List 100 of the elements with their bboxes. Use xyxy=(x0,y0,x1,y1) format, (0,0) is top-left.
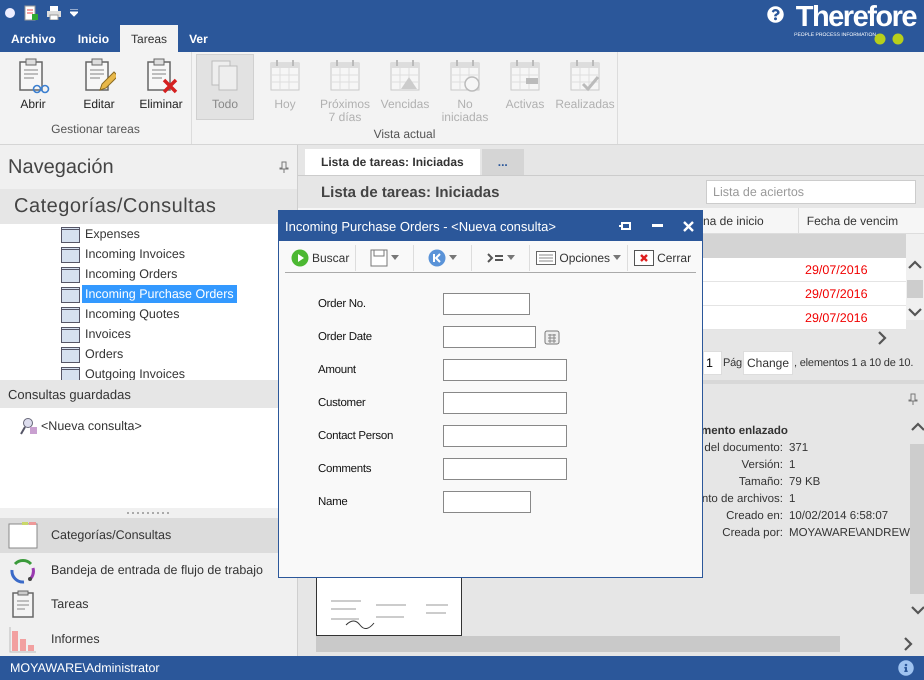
column-header[interactable]: na de inicio xyxy=(703,214,764,228)
minimize-icon[interactable] xyxy=(652,224,663,228)
window-icon xyxy=(8,521,38,550)
pager-label: Pág xyxy=(723,357,742,369)
property-label: Tamaño: xyxy=(738,476,783,490)
toolbar-button[interactable]: Opciones xyxy=(530,244,628,270)
document-tab[interactable]: Lista de tareas: Iniciadas xyxy=(305,149,480,175)
property-value: 1 xyxy=(789,459,796,473)
tree-item[interactable]: Incoming Quotes xyxy=(82,305,182,323)
pager-summary: , elementos 1 a 10 de 10. xyxy=(794,357,914,369)
skip-back-icon xyxy=(428,248,446,266)
property-value: 1 xyxy=(789,493,796,507)
property-value: 371 xyxy=(789,442,810,456)
input-field[interactable] xyxy=(443,293,530,315)
input-field[interactable] xyxy=(443,359,567,381)
input-field[interactable] xyxy=(443,425,567,447)
toolbar-button[interactable]: Buscar xyxy=(285,244,356,270)
input-field[interactable] xyxy=(443,392,567,414)
logo-text: Therefore xyxy=(796,2,916,32)
field-label: Customer xyxy=(318,397,366,409)
folder-icon xyxy=(61,346,80,362)
folder-icon xyxy=(61,286,80,302)
search-field[interactable]: Lista de aciertos xyxy=(706,180,916,204)
input-field[interactable] xyxy=(443,326,536,348)
property-value: MOYAWARE\ANDREW xyxy=(789,527,910,541)
close-window-icon xyxy=(634,250,654,266)
calendar-check-icon xyxy=(568,58,602,94)
dialog-title: Incoming Purchase Orders - <Nueva consulta> xyxy=(285,218,556,234)
field-label: Comments xyxy=(318,463,372,475)
tree-item[interactable]: Incoming Invoices xyxy=(82,245,188,263)
save-icon xyxy=(370,248,388,266)
ribbon-tab[interactable]: Archivo xyxy=(0,25,67,52)
section-title: Consultas guardadas xyxy=(8,386,131,402)
scrollbar-thumb[interactable] xyxy=(910,444,924,594)
due-date: 29/07/2016 xyxy=(805,262,868,276)
input-field[interactable] xyxy=(443,491,531,513)
group-title: Vista actual xyxy=(372,127,436,144)
query-icon xyxy=(20,417,38,435)
panel-title: Navegación xyxy=(8,156,114,178)
splitter-grip-icon[interactable] xyxy=(126,512,170,514)
help-icon[interactable] xyxy=(767,6,784,23)
field-label: Contact Person xyxy=(318,430,394,442)
field-label: Name xyxy=(318,496,348,508)
property-label: del documento: xyxy=(704,442,783,456)
list-title: Lista de tareas: Iniciadas xyxy=(321,184,500,200)
change-button[interactable]: Change xyxy=(742,351,794,375)
ribbon-button[interactable]: Editar xyxy=(70,54,128,115)
caret-icon xyxy=(449,255,458,260)
section-title: Categorías/Consultas xyxy=(14,195,216,218)
saved-query[interactable]: <Nueva consulta> xyxy=(41,419,142,433)
property-label: Creada por: xyxy=(722,527,783,541)
list-icon xyxy=(536,250,556,264)
folder-icon xyxy=(61,326,80,342)
tree-item[interactable]: Incoming Orders xyxy=(82,265,180,283)
tree-item[interactable]: Invoices xyxy=(82,325,134,343)
folder-icon xyxy=(61,306,80,322)
user-name: MOYAWARE\Administrator xyxy=(10,661,160,675)
calendar-icon[interactable] xyxy=(544,329,560,345)
bar-chart-icon xyxy=(8,624,38,653)
pin-icon[interactable] xyxy=(279,161,289,173)
calendar-clock-icon xyxy=(448,58,482,94)
ribbon-button[interactable]: Eliminar xyxy=(132,54,190,115)
tree-item[interactable]: Orders xyxy=(82,345,126,363)
play-icon xyxy=(291,248,309,266)
dropdown-icon[interactable] xyxy=(70,8,78,16)
info-icon[interactable] xyxy=(898,660,914,676)
close-icon[interactable] xyxy=(683,220,694,232)
scrollbar-thumb[interactable] xyxy=(907,280,923,298)
ribbon-button[interactable]: Abrir xyxy=(4,54,62,115)
field-label: Order No. xyxy=(318,298,367,310)
due-date: 29/07/2016 xyxy=(805,286,868,300)
field-label: Order Date xyxy=(318,331,373,343)
logo-dots-icon xyxy=(874,33,906,45)
folder-icon xyxy=(61,266,80,282)
folder-icon xyxy=(61,246,80,262)
group-title: Gestionar tareas xyxy=(50,122,141,138)
document-tab[interactable]: ... xyxy=(482,149,524,175)
scrollbar[interactable] xyxy=(316,636,840,652)
page-size-field[interactable]: 1 xyxy=(703,351,722,375)
ribbon-tab[interactable]: Ver xyxy=(178,25,219,52)
ribbon-tab[interactable]: Tareas xyxy=(120,25,178,52)
document-icon[interactable] xyxy=(24,4,38,20)
property-label: Versión: xyxy=(741,459,783,473)
input-field[interactable] xyxy=(443,458,567,480)
pin-icon[interactable] xyxy=(908,393,918,405)
tree-item[interactable]: Expenses xyxy=(82,225,143,243)
caret-icon xyxy=(507,255,516,260)
property-value: 10/02/2014 6:58:07 xyxy=(789,510,890,524)
column-header[interactable]: Fecha de vencim xyxy=(806,214,898,228)
due-date: 29/07/2016 xyxy=(805,310,868,324)
ribbon-tab[interactable]: Inicio xyxy=(66,25,120,52)
scrollbar[interactable] xyxy=(906,234,924,320)
printer-icon[interactable] xyxy=(46,6,62,20)
property-label: Creado en: xyxy=(726,510,783,524)
folder-icon xyxy=(61,226,80,242)
circle-icon[interactable] xyxy=(4,6,16,18)
property-value: 79 KB xyxy=(789,476,822,490)
field-label: Amount xyxy=(318,364,357,376)
folder-icon xyxy=(61,366,80,380)
toolbar-button[interactable]: Cerrar xyxy=(628,244,698,270)
